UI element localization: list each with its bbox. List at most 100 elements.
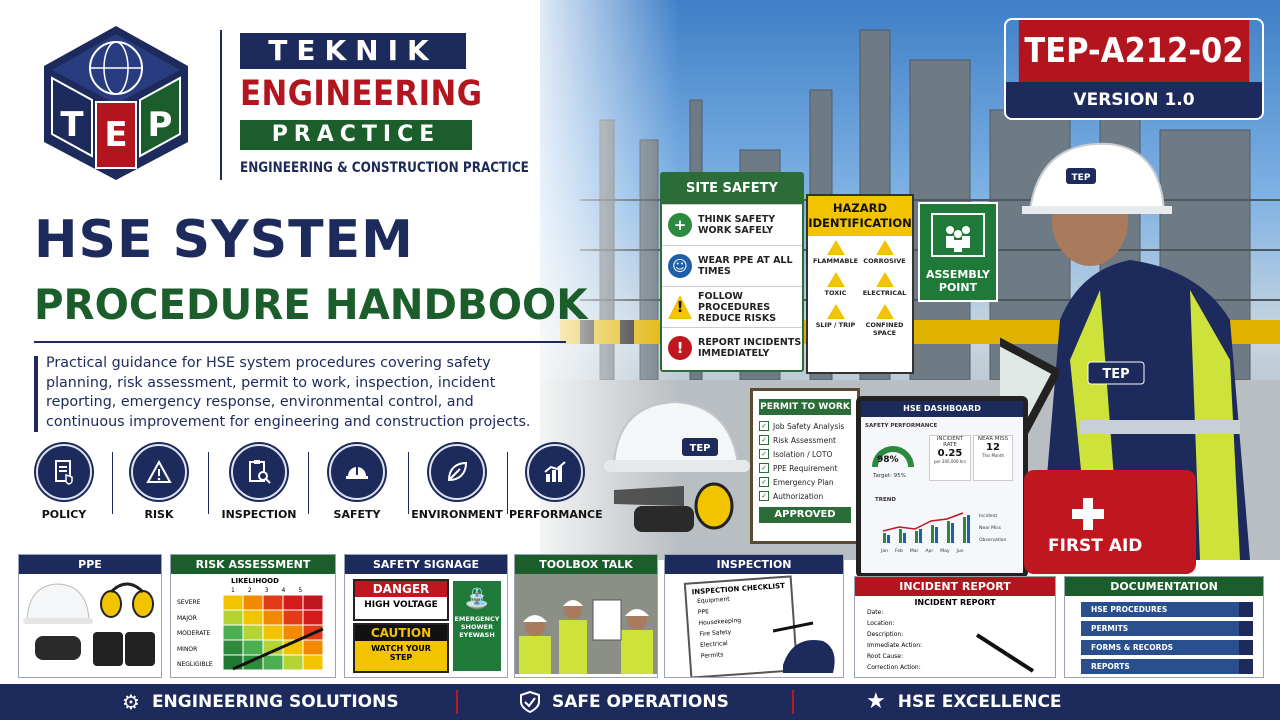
permit-item: ✓ PPE Requirement bbox=[753, 461, 857, 475]
risk-column-headers: 1 2 3 4 5 bbox=[231, 587, 302, 594]
assembly-point-sign: ASSEMBLY POINT bbox=[918, 202, 998, 302]
permit-item: ✓ Authorization bbox=[753, 489, 857, 503]
caution-sign: CAUTION WATCH YOUR STEP bbox=[353, 623, 449, 673]
card-inspection[interactable]: INSPECTION INSPECTION CHECKLIST Equipmen… bbox=[664, 554, 844, 678]
checkbox-icon: ✓ bbox=[759, 449, 769, 459]
ppe-equipment-icon bbox=[23, 582, 155, 666]
site-safety-text: REPORT INCIDENTS IMMEDIATELY bbox=[698, 337, 802, 359]
hazard-identification-sign: HAZARD IDENTIFICATION FLAMMABLE CORROSIV… bbox=[806, 194, 914, 374]
category-performance[interactable]: PERFORMANCE bbox=[509, 444, 603, 521]
incident-rate-unit: per 200,000 hrs bbox=[934, 459, 966, 464]
hazard-confined-space: CONFINED SPACE bbox=[861, 304, 908, 337]
legend-item: Observation bbox=[979, 538, 1007, 543]
binder: HSE PROCEDURES bbox=[1081, 602, 1253, 617]
brand-engineering: ENGINEERING bbox=[240, 74, 483, 114]
hard-hat-icon bbox=[329, 444, 385, 500]
logo-letter-e: E bbox=[104, 115, 127, 155]
category-risk[interactable]: RISK bbox=[113, 444, 205, 521]
corrosive-icon bbox=[875, 240, 894, 255]
binder: FORMS & RECORDS bbox=[1081, 640, 1253, 655]
medical-cross-icon bbox=[1072, 498, 1104, 530]
risk-row: MAJOR bbox=[177, 614, 197, 622]
approved-stamp: APPROVED bbox=[759, 507, 851, 523]
trend-label: TREND bbox=[875, 497, 896, 503]
risk-col: 2 bbox=[247, 587, 252, 594]
binder: REPORTS bbox=[1081, 659, 1253, 674]
category-label: POLICY bbox=[41, 508, 87, 521]
hazard-label: TOXIC bbox=[824, 289, 847, 297]
category-label: SAFETY bbox=[333, 508, 381, 521]
description-text: Practical guidance for HSE system proced… bbox=[46, 355, 531, 430]
logo-divider bbox=[220, 30, 222, 180]
card-heading: RISK ASSESSMENT bbox=[171, 555, 335, 574]
card-heading: DOCUMENTATION bbox=[1065, 577, 1263, 596]
helmet-badge-text: TEP bbox=[690, 443, 711, 454]
card-documentation[interactable]: DOCUMENTATION HSE PROCEDURES PERMITS FOR… bbox=[1064, 576, 1264, 678]
danger-label: DANGER bbox=[355, 581, 447, 597]
plus-icon: + bbox=[668, 213, 692, 237]
caution-label: CAUTION bbox=[355, 625, 447, 641]
first-aid-label: FIRST AID bbox=[1048, 536, 1143, 556]
flame-icon bbox=[826, 240, 845, 255]
warning-triangle-icon bbox=[131, 444, 187, 500]
brand-practice: PRACTICE bbox=[240, 120, 472, 150]
risk-row-labels: SEVERE MAJOR MODERATE MINOR NEGLIGIBLE bbox=[177, 595, 213, 673]
card-heading: INCIDENT REPORT bbox=[855, 577, 1055, 596]
month-label: Feb bbox=[894, 549, 903, 554]
card-toolbox-talk[interactable]: TOOLBOX TALK bbox=[514, 554, 658, 678]
form-field: Date: bbox=[867, 609, 884, 616]
incident-form-title: INCIDENT REPORT bbox=[914, 598, 996, 607]
checkbox-icon: ✓ bbox=[759, 477, 769, 487]
binder: PERMITS bbox=[1081, 621, 1253, 636]
permit-item: ✓ Risk Assessment bbox=[753, 433, 857, 447]
gloved-hand-pen-icon bbox=[773, 621, 835, 673]
permit-item-label: Authorization bbox=[773, 491, 824, 501]
permit-item: ✓ Isolation / LOTO bbox=[753, 447, 857, 461]
card-incident-report[interactable]: INCIDENT REPORT INCIDENT REPORT Date: Lo… bbox=[854, 576, 1056, 678]
risk-col: 3 bbox=[264, 587, 269, 594]
card-heading: TOOLBOX TALK bbox=[515, 555, 657, 574]
risk-col: 5 bbox=[298, 587, 303, 594]
category-inspection[interactable]: INSPECTION bbox=[213, 444, 305, 521]
hazard-label: ELECTRICAL bbox=[862, 289, 907, 297]
checkbox-icon: ✓ bbox=[759, 491, 769, 501]
risk-row: MODERATE bbox=[177, 630, 211, 637]
hazard-corrosive: CORROSIVE bbox=[861, 240, 908, 270]
sleeve-patch-text: TEP bbox=[1102, 367, 1129, 382]
leaf-icon bbox=[429, 444, 485, 500]
card-ppe[interactable]: PPE bbox=[18, 554, 162, 678]
helmet-logo-text: TEP bbox=[1072, 173, 1091, 183]
category-safety[interactable]: SAFETY bbox=[311, 444, 403, 521]
hazard-electrical: ELECTRICAL bbox=[861, 272, 908, 302]
document-version: VERSION 1.0 bbox=[1006, 82, 1262, 118]
bar-chart-icon bbox=[527, 444, 583, 500]
category-environment[interactable]: ENVIRONMENT bbox=[411, 444, 503, 521]
checkbox-icon: ✓ bbox=[759, 435, 769, 445]
danger-text: HIGH VOLTAGE bbox=[364, 600, 438, 610]
risk-matrix bbox=[223, 595, 324, 671]
risk-row: MINOR bbox=[177, 645, 198, 653]
assembly-point-label: ASSEMBLY POINT bbox=[926, 268, 990, 294]
eyewash-icon: ⛲ bbox=[464, 586, 490, 610]
document-code-badge: TEP-A212-02 VERSION 1.0 bbox=[1004, 18, 1264, 120]
eyewash-label: EMERGENCY SHOWER EYEWASH bbox=[454, 615, 500, 639]
hazard-slip-trip: SLIP / TRIP bbox=[812, 304, 859, 334]
site-safety-row: + THINK SAFETY WORK SAFELY bbox=[662, 204, 802, 245]
category-policy[interactable]: POLICY bbox=[18, 444, 110, 521]
legend-item: Incident bbox=[979, 514, 998, 519]
checkbox-icon: ✓ bbox=[759, 463, 769, 473]
footer-safe-operations: SAFE OPERATIONS bbox=[520, 684, 729, 720]
permit-item-label: Risk Assessment bbox=[773, 435, 836, 445]
hazard-label: CONFINED SPACE bbox=[865, 321, 904, 337]
danger-sign: DANGER HIGH VOLTAGE bbox=[353, 579, 449, 621]
card-safety-signage[interactable]: SAFETY SIGNAGE DANGER HIGH VOLTAGE CAUTI… bbox=[344, 554, 508, 678]
near-miss-kpi: NEAR MISS 12 This Month bbox=[973, 435, 1013, 481]
eyewash-sign: ⛲ EMERGENCY SHOWER EYEWASH bbox=[451, 579, 503, 673]
performance-target: Target: 95% bbox=[873, 473, 906, 479]
tep-logo: T E P bbox=[36, 22, 196, 182]
hazard-label: FLAMMABLE bbox=[812, 257, 859, 265]
permit-item: ✓ Job Safety Analysis bbox=[753, 419, 857, 433]
footer-separator bbox=[456, 690, 458, 714]
card-risk-assessment[interactable]: RISK ASSESSMENT LIKELIHOOD 1 2 3 4 5 SEV… bbox=[170, 554, 336, 678]
incident-rate-label: INCIDENT RATE bbox=[936, 436, 964, 448]
